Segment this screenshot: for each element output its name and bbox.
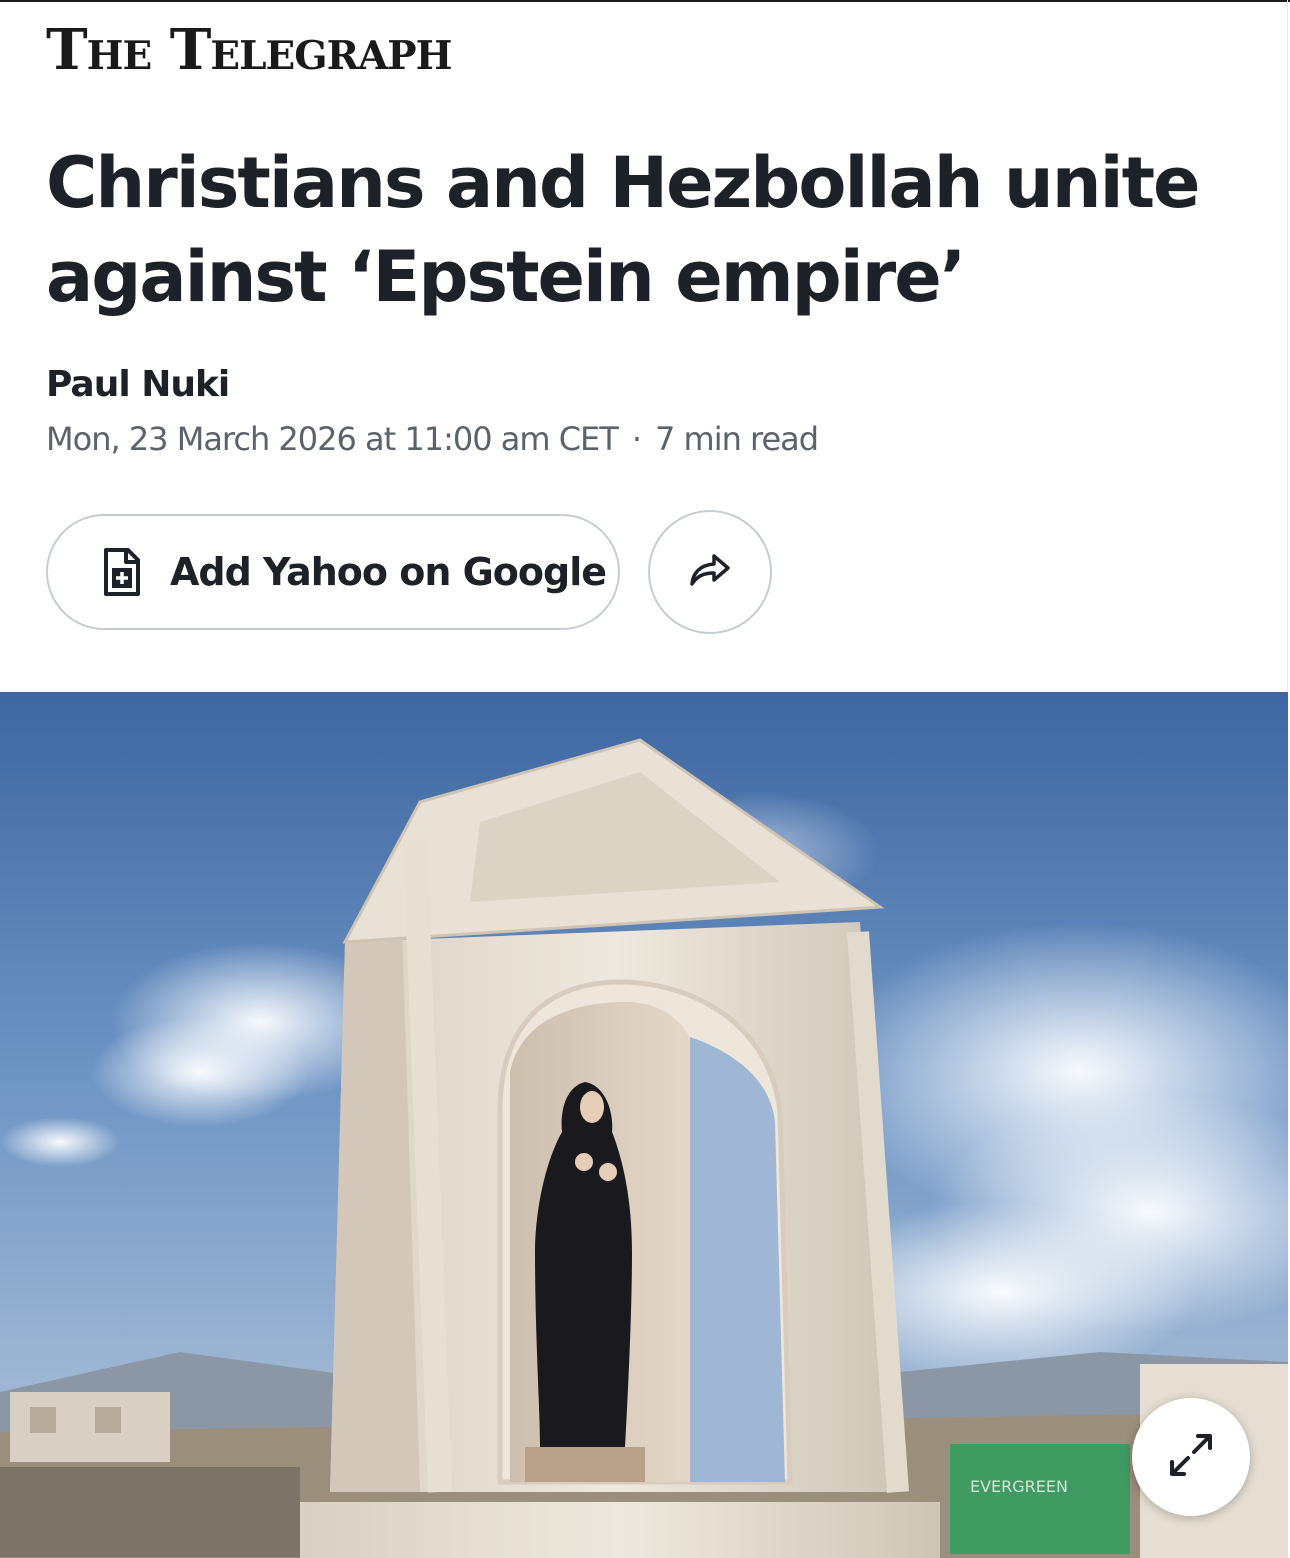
- article-headline: Christians and Hezbollah unite against ‘…: [46, 142, 1201, 318]
- hero-photo-shrine: EVERGREEN: [0, 692, 1288, 1558]
- read-time: 7 min read: [654, 420, 819, 458]
- document-plus-icon: [102, 548, 142, 596]
- svg-text:EVERGREEN: EVERGREEN: [970, 1477, 1068, 1496]
- expand-arrows-icon: [1166, 1430, 1216, 1485]
- expand-image-button[interactable]: [1132, 1398, 1250, 1516]
- top-border: [0, 0, 1290, 2]
- add-yahoo-on-google-label: Add Yahoo on Google: [170, 550, 607, 594]
- share-button[interactable]: [648, 510, 772, 634]
- hero-image[interactable]: EVERGREEN: [0, 692, 1288, 1558]
- share-arrow-icon: [688, 552, 732, 593]
- author-name[interactable]: Paul Nuki: [46, 364, 230, 405]
- publisher-logo[interactable]: The Telegraph: [46, 22, 452, 78]
- right-border: [1287, 0, 1288, 692]
- meta-separator: ·: [631, 420, 642, 458]
- article-meta: Mon, 23 March 2026 at 11:00 am CET · 7 min…: [46, 420, 819, 458]
- add-yahoo-on-google-button[interactable]: Add Yahoo on Google: [46, 514, 620, 630]
- publish-date: Mon, 23 March 2026 at 11:00 am CET: [46, 420, 619, 458]
